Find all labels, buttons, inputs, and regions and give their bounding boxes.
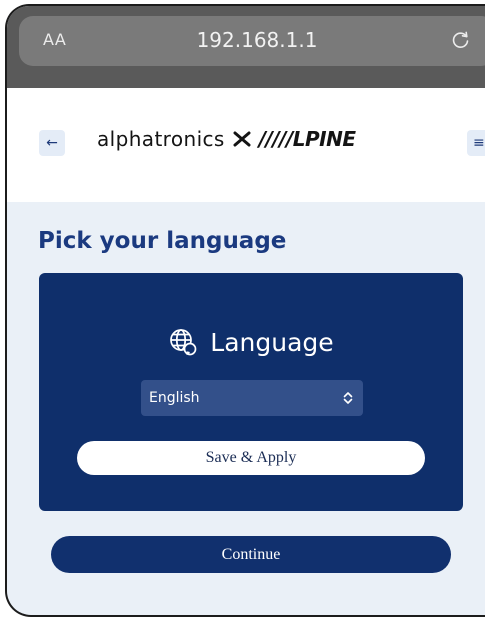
card-heading: Language: [39, 327, 463, 357]
logo-alphatronics: alphatronics: [97, 127, 225, 151]
language-card: Language English Save & Apply: [39, 273, 463, 511]
globe-icon: [170, 329, 197, 356]
x-icon: [233, 131, 251, 147]
logo-alpine: /////LPINE: [258, 127, 356, 151]
save-apply-button[interactable]: Save & Apply: [77, 441, 425, 475]
page-title: Pick your language: [38, 228, 287, 254]
url-text: 192.168.1.1: [196, 28, 318, 52]
language-select-value: English: [149, 390, 200, 406]
arrow-left-icon: ←: [46, 135, 58, 151]
menu-button[interactable]: ≡: [467, 130, 485, 156]
site-header: ← alphatronics /////LPINE ≡: [7, 88, 485, 202]
chevron-up-down-icon: [343, 392, 353, 404]
phone-screen: AA 192.168.1.1 ← alphatronics /////LPINE…: [5, 4, 485, 617]
hamburger-icon: ≡: [473, 135, 485, 151]
brand-logo: alphatronics /////LPINE: [97, 127, 356, 151]
browser-address-bar: AA 192.168.1.1: [7, 6, 485, 88]
continue-button[interactable]: Continue: [51, 536, 451, 573]
card-heading-text: Language: [210, 327, 334, 357]
reload-icon[interactable]: [451, 30, 471, 50]
url-field[interactable]: AA 192.168.1.1: [19, 16, 485, 66]
language-select[interactable]: English: [141, 380, 363, 416]
back-button[interactable]: ←: [39, 130, 65, 156]
